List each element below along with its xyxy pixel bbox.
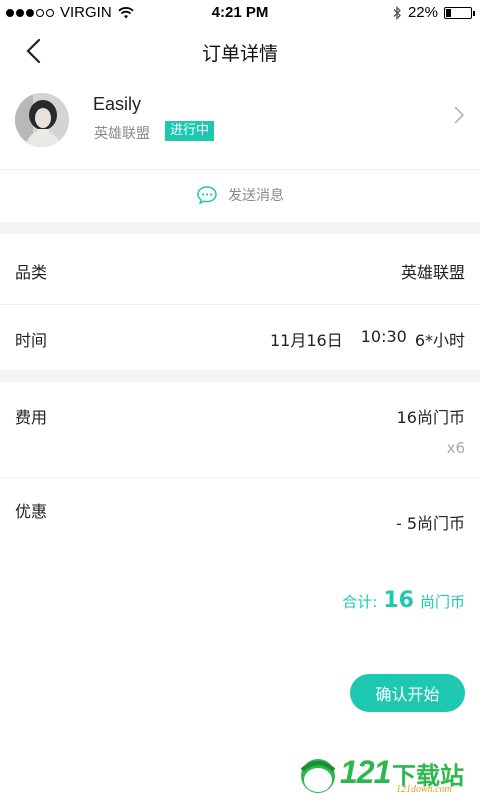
category-value: 英雄联盟 (400, 263, 465, 282)
fee-row: 费用 16尚门币 x6 (0, 382, 480, 477)
watermark-number: 121 (340, 754, 391, 790)
confirm-start-button[interactable]: 确认开始 (350, 674, 465, 712)
fee-multiplier: x6 (446, 439, 465, 457)
category-label: 品类 (15, 263, 48, 282)
total-amount: 16 (383, 588, 414, 613)
battery-fill (446, 8, 452, 17)
time-duration: 6*小时 (414, 331, 465, 350)
send-message-button[interactable]: 发送消息 (0, 170, 480, 220)
section-gap (0, 222, 480, 234)
battery-percent: 22% (407, 4, 438, 21)
total-unit: 尚门币 (419, 593, 465, 611)
section-gap (0, 370, 480, 382)
time-date: 11月16日 (269, 331, 343, 350)
time-row: 时间 11月16日 10:30 6*小时 (0, 305, 480, 370)
discount-label: 优惠 (15, 502, 48, 521)
status-bar: VIRGIN 4:21 PM 22% (0, 0, 480, 26)
time-label: 时间 (15, 331, 48, 350)
status-badge: 进行中 (165, 121, 215, 141)
watermark-globe-icon (300, 759, 336, 793)
user-game: 英雄联盟 (94, 126, 150, 142)
avatar[interactable] (15, 93, 69, 147)
status-right: 22% (392, 4, 475, 21)
discount-row: 优惠 - 5尚门币 (0, 478, 480, 548)
nav-bar: 订单详情 (0, 26, 480, 76)
fee-label: 费用 (15, 408, 48, 427)
fee-value: 16尚门币 (396, 408, 465, 427)
chevron-right-icon[interactable] (452, 104, 466, 126)
discount-value: - 5尚门币 (395, 514, 465, 533)
time-clock: 10:30 (360, 327, 407, 346)
battery-icon (444, 6, 475, 19)
watermark-logo: 121 下载站 121down.com (296, 752, 476, 798)
chat-bubble-icon (197, 186, 217, 205)
send-message-label: 发送消息 (228, 188, 284, 204)
total-label: 合计: (342, 593, 378, 611)
avatar-image (15, 93, 69, 147)
user-card[interactable]: Easily 英雄联盟 进行中 (0, 78, 480, 168)
category-row: 品类 英雄联盟 (0, 234, 480, 304)
bluetooth-icon (393, 5, 401, 20)
order-total: 合计: 16 尚门币 (342, 588, 465, 613)
user-name: Easily (93, 94, 142, 114)
watermark-domain: 121down.com (396, 784, 452, 795)
time-value: 11月16日 10:30 6*小时 (270, 327, 465, 351)
page-title: 订单详情 (201, 43, 278, 65)
